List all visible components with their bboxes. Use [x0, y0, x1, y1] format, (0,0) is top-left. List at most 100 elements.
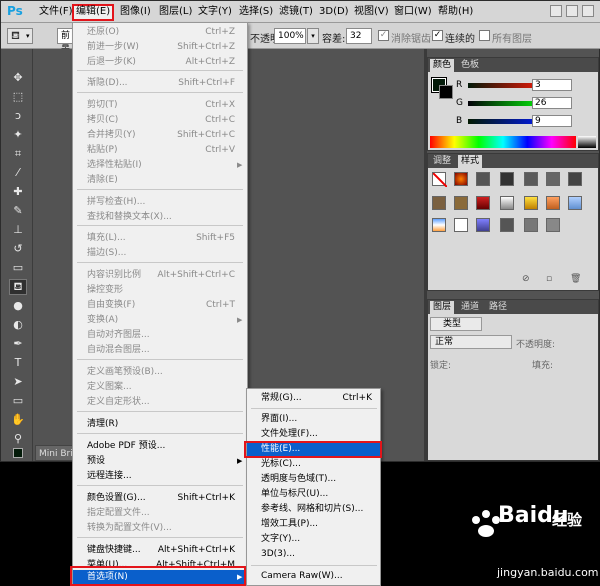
edit-menu-item-free-transform[interactable]: 自由变换(F) Ctrl+T	[73, 298, 247, 313]
edit-menu-item-fill[interactable]: 填充(L)... Shift+F5	[73, 231, 247, 246]
no-icon[interactable]: ⊘	[522, 274, 530, 284]
edit-menu-item-adobe-pdf-presets[interactable]: Adobe PDF 预设...	[73, 439, 247, 454]
layer-filter-select[interactable]: 类型	[430, 317, 482, 331]
style-swatch[interactable]	[524, 196, 538, 210]
prefs-menu-item-transparency-gamut[interactable]: 透明度与色域(T)...	[247, 472, 380, 487]
style-swatch[interactable]	[500, 172, 514, 186]
style-swatch[interactable]	[546, 196, 560, 210]
style-swatch[interactable]	[524, 218, 538, 232]
healing-brush-tool-icon[interactable]: ✚	[10, 185, 26, 199]
prefs-menu-item-plug-ins[interactable]: 增效工具(P)...	[247, 517, 380, 532]
edit-menu-item-auto-blend-layers[interactable]: 自动混合图层...	[73, 343, 247, 358]
blend-mode-select[interactable]: 正常	[430, 335, 512, 349]
tab-layers[interactable]: 图层	[430, 301, 455, 314]
prefs-menu-item-general[interactable]: 常规(G)... Ctrl+K	[247, 391, 380, 406]
style-swatch[interactable]	[500, 196, 514, 210]
foreground-color-swatch[interactable]	[10, 448, 26, 462]
menu-type[interactable]: 文字(Y)	[196, 4, 234, 20]
edit-menu-item-stroke[interactable]: 描边(S)...	[73, 246, 247, 261]
edit-menu-item-copy-merged[interactable]: 合并拷贝(Y) Shift+Ctrl+C	[73, 128, 247, 143]
all-layers-checkbox[interactable]	[479, 30, 490, 41]
style-swatch[interactable]	[568, 196, 582, 210]
prefs-menu-item-units-rulers[interactable]: 单位与标尺(U)...	[247, 487, 380, 502]
edit-menu-item-define-custom-shape[interactable]: 定义自定形状...	[73, 395, 247, 410]
clone-stamp-tool-icon[interactable]: ⊥	[10, 223, 26, 237]
prefs-menu-item-performance[interactable]: 性能(E)...	[247, 442, 380, 457]
menu-help[interactable]: 帮助(H)	[436, 4, 475, 20]
edit-menu-item-clear[interactable]: 清除(E)	[73, 173, 247, 188]
tab-color[interactable]: 颜色	[430, 59, 455, 72]
tab-swatches[interactable]: 色板	[458, 59, 482, 72]
style-swatch[interactable]	[454, 172, 468, 186]
brush-tool-icon[interactable]: ✎	[10, 204, 26, 218]
edit-menu-item-fade[interactable]: 渐隐(D)... Shift+Ctrl+F	[73, 76, 247, 91]
style-swatch[interactable]	[568, 172, 582, 186]
edit-menu-item-cut[interactable]: 剪切(T) Ctrl+X	[73, 98, 247, 113]
edit-menu-item-auto-align-layers[interactable]: 自动对齐图层...	[73, 328, 247, 343]
style-swatch[interactable]	[500, 218, 514, 232]
maximize-button[interactable]	[566, 5, 578, 17]
menu-file[interactable]: 文件(F)	[37, 4, 75, 20]
edit-menu-item-paste-special[interactable]: 选择性粘贴(I) ▶	[73, 158, 247, 173]
marquee-tool-icon[interactable]: ⬚	[10, 90, 26, 104]
edit-menu-item-undo[interactable]: 还原(O) Ctrl+Z	[73, 25, 247, 40]
edit-menu-item-define-pattern[interactable]: 定义图案...	[73, 380, 247, 395]
edit-menu-item-assign-profile[interactable]: 指定配置文件...	[73, 506, 247, 521]
menu-select[interactable]: 选择(S)	[237, 4, 275, 20]
eraser-tool-icon[interactable]: ▭	[10, 261, 26, 275]
new-style-icon[interactable]: ▫	[546, 274, 552, 284]
menu-edit[interactable]: 编辑(E)	[72, 4, 115, 21]
edit-menu-item-keyboard-shortcuts[interactable]: 键盘快捷键... Alt+Shift+Ctrl+K	[73, 543, 247, 558]
zoom-tool-icon[interactable]: ⚲	[10, 432, 26, 446]
history-brush-tool-icon[interactable]: ↺	[10, 242, 26, 256]
edit-menu-item-check-spelling[interactable]: 拼写检查(H)...	[73, 195, 247, 210]
edit-menu-item-copy[interactable]: 拷贝(C) Ctrl+C	[73, 113, 247, 128]
tab-channels[interactable]: 通道	[458, 301, 482, 314]
paint-bucket-tool-icon[interactable]: ⛾	[9, 279, 27, 295]
edit-menu-item-find-replace-text[interactable]: 查找和替换文本(X)...	[73, 210, 247, 225]
prefs-menu-item-interface[interactable]: 界面(I)...	[247, 412, 380, 427]
pen-tool-icon[interactable]: ✒	[10, 337, 26, 351]
r-value-input[interactable]: 3	[532, 79, 572, 91]
grayscale-bar[interactable]	[578, 136, 596, 148]
style-swatch[interactable]	[524, 172, 538, 186]
style-swatch[interactable]	[454, 218, 468, 232]
prefs-menu-item-guides-grid-slices[interactable]: 参考线、网格和切片(S)...	[247, 502, 380, 517]
edit-menu-item-convert-to-profile[interactable]: 转换为配置文件(V)...	[73, 521, 247, 536]
opacity-input[interactable]: 100%	[274, 28, 306, 44]
style-swatch[interactable]	[476, 172, 490, 186]
type-tool-icon[interactable]: T	[10, 356, 26, 370]
g-value-input[interactable]: 26	[532, 97, 572, 109]
style-none-swatch[interactable]	[432, 172, 448, 188]
prefs-menu-item-cursors[interactable]: 光标(C)...	[247, 457, 380, 472]
edit-menu-item-step-backward[interactable]: 后退一步(K) Alt+Ctrl+Z	[73, 55, 247, 70]
edit-menu-item-purge[interactable]: 清理(R)	[73, 417, 247, 432]
prefs-menu-item-3d[interactable]: 3D(3)...	[247, 547, 380, 562]
background-color-chip[interactable]	[439, 85, 453, 99]
opacity-dropdown-button[interactable]: ▾	[307, 28, 319, 44]
lasso-tool-icon[interactable]: ↄ	[10, 109, 26, 123]
tab-paths[interactable]: 路径	[486, 301, 510, 314]
style-swatch[interactable]	[476, 196, 490, 210]
menu-view[interactable]: 视图(V)	[352, 4, 391, 20]
prefs-menu-item-type[interactable]: 文字(Y)...	[247, 532, 380, 547]
path-selection-tool-icon[interactable]: ➤	[10, 375, 26, 389]
edit-menu-item-color-settings[interactable]: 颜色设置(G)... Shift+Ctrl+K	[73, 491, 247, 506]
menu-layer[interactable]: 图层(L)	[157, 4, 194, 20]
contiguous-checkbox[interactable]: ✓	[432, 30, 443, 41]
edit-menu-item-define-brush-preset[interactable]: 定义画笔预设(B)...	[73, 365, 247, 380]
edit-menu-item-paste[interactable]: 粘贴(P) Ctrl+V	[73, 143, 247, 158]
style-swatch[interactable]	[432, 218, 446, 232]
dodge-tool-icon[interactable]: ◐	[10, 318, 26, 332]
edit-menu-item-presets[interactable]: 预设 ▶	[73, 454, 247, 469]
tab-styles[interactable]: 样式	[458, 155, 483, 168]
style-swatch[interactable]	[454, 196, 468, 210]
hand-tool-icon[interactable]: ✋	[10, 413, 26, 427]
edit-menu-item-content-aware-scale[interactable]: 内容识别比例 Alt+Shift+Ctrl+C	[73, 268, 247, 283]
color-spectrum-bar[interactable]	[430, 136, 576, 148]
edit-menu-item-remote-connections[interactable]: 远程连接...	[73, 469, 247, 484]
menu-3d[interactable]: 3D(D)	[317, 4, 351, 20]
antialias-checkbox[interactable]: ✓	[378, 30, 389, 41]
style-swatch[interactable]	[546, 218, 560, 232]
prefs-menu-item-file-handling[interactable]: 文件处理(F)...	[247, 427, 380, 442]
